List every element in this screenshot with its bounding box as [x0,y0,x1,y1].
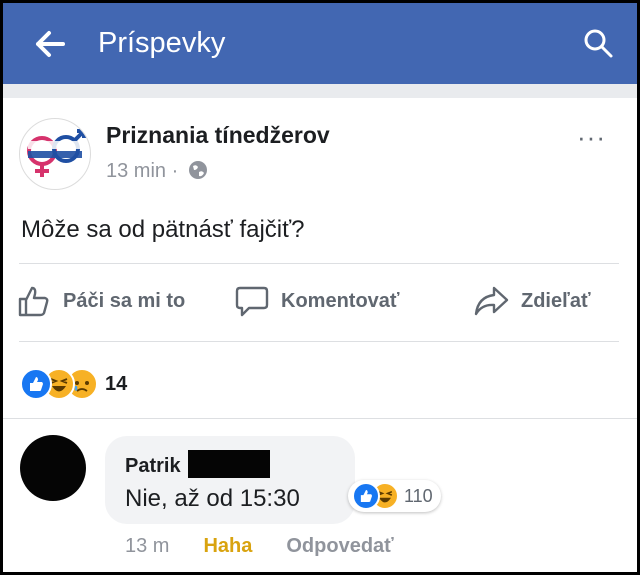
reply-button[interactable]: Odpovedať [286,535,393,558]
app-frame: Príspevky Priznania tínedžerov 13 min · [3,3,637,572]
like-label: Páči sa mi to [63,289,186,312]
post-time[interactable]: 13 min [106,160,166,182]
haha-button[interactable]: Haha [203,535,252,558]
comment-button[interactable]: Komentovať [235,281,400,321]
comment-reaction-count: 110 [404,485,433,506]
like-reaction-icon [352,482,380,510]
like-reaction-icon [20,368,52,400]
thumbs-up-icon [18,286,49,317]
page-logo [27,129,86,177]
comment-bubble-icon [235,286,269,317]
divider [3,418,637,419]
post-meta: 13 min · [106,160,208,183]
commenter-first-name: Patrik [125,455,181,477]
section-gap [3,84,637,98]
search-icon[interactable] [582,27,614,59]
share-button[interactable]: Zdieľať [473,281,591,321]
meta-separator: · [171,160,179,182]
comment-actions: 13 m Haha Odpovedať [125,535,394,558]
post-text: Môže sa od pätnásť fajčiť? [21,216,305,243]
page-title: Príspevky [98,27,226,59]
commenter-avatar[interactable] [20,435,86,501]
top-bar: Príspevky [3,3,637,84]
comment-reaction-summary[interactable]: 110 [348,480,441,512]
page-name[interactable]: Priznania tínedžerov [106,122,330,149]
share-label: Zdieľať [521,289,591,312]
divider [19,341,619,342]
reaction-count: 14 [105,372,128,395]
more-options-icon[interactable]: ··· [577,122,606,153]
page-avatar[interactable] [19,118,91,190]
comment-bubble: Patrik Nie, až od 15:30 [105,436,355,524]
reaction-summary[interactable]: 14 [20,368,127,400]
share-arrow-icon [474,286,509,316]
divider [19,263,619,264]
globe-icon [188,161,207,179]
comment-time[interactable]: 13 m [125,535,169,558]
commenter-name[interactable]: Patrik [125,450,271,478]
comment-text: Nie, až od 15:30 [125,485,300,512]
post-card: Priznania tínedžerov 13 min · ··· Môže s… [3,98,637,418]
like-button[interactable]: Páči sa mi to [17,281,185,321]
comment-label: Komentovať [281,289,400,312]
redaction-bar [188,450,271,478]
arrow-left-icon[interactable] [33,29,67,59]
